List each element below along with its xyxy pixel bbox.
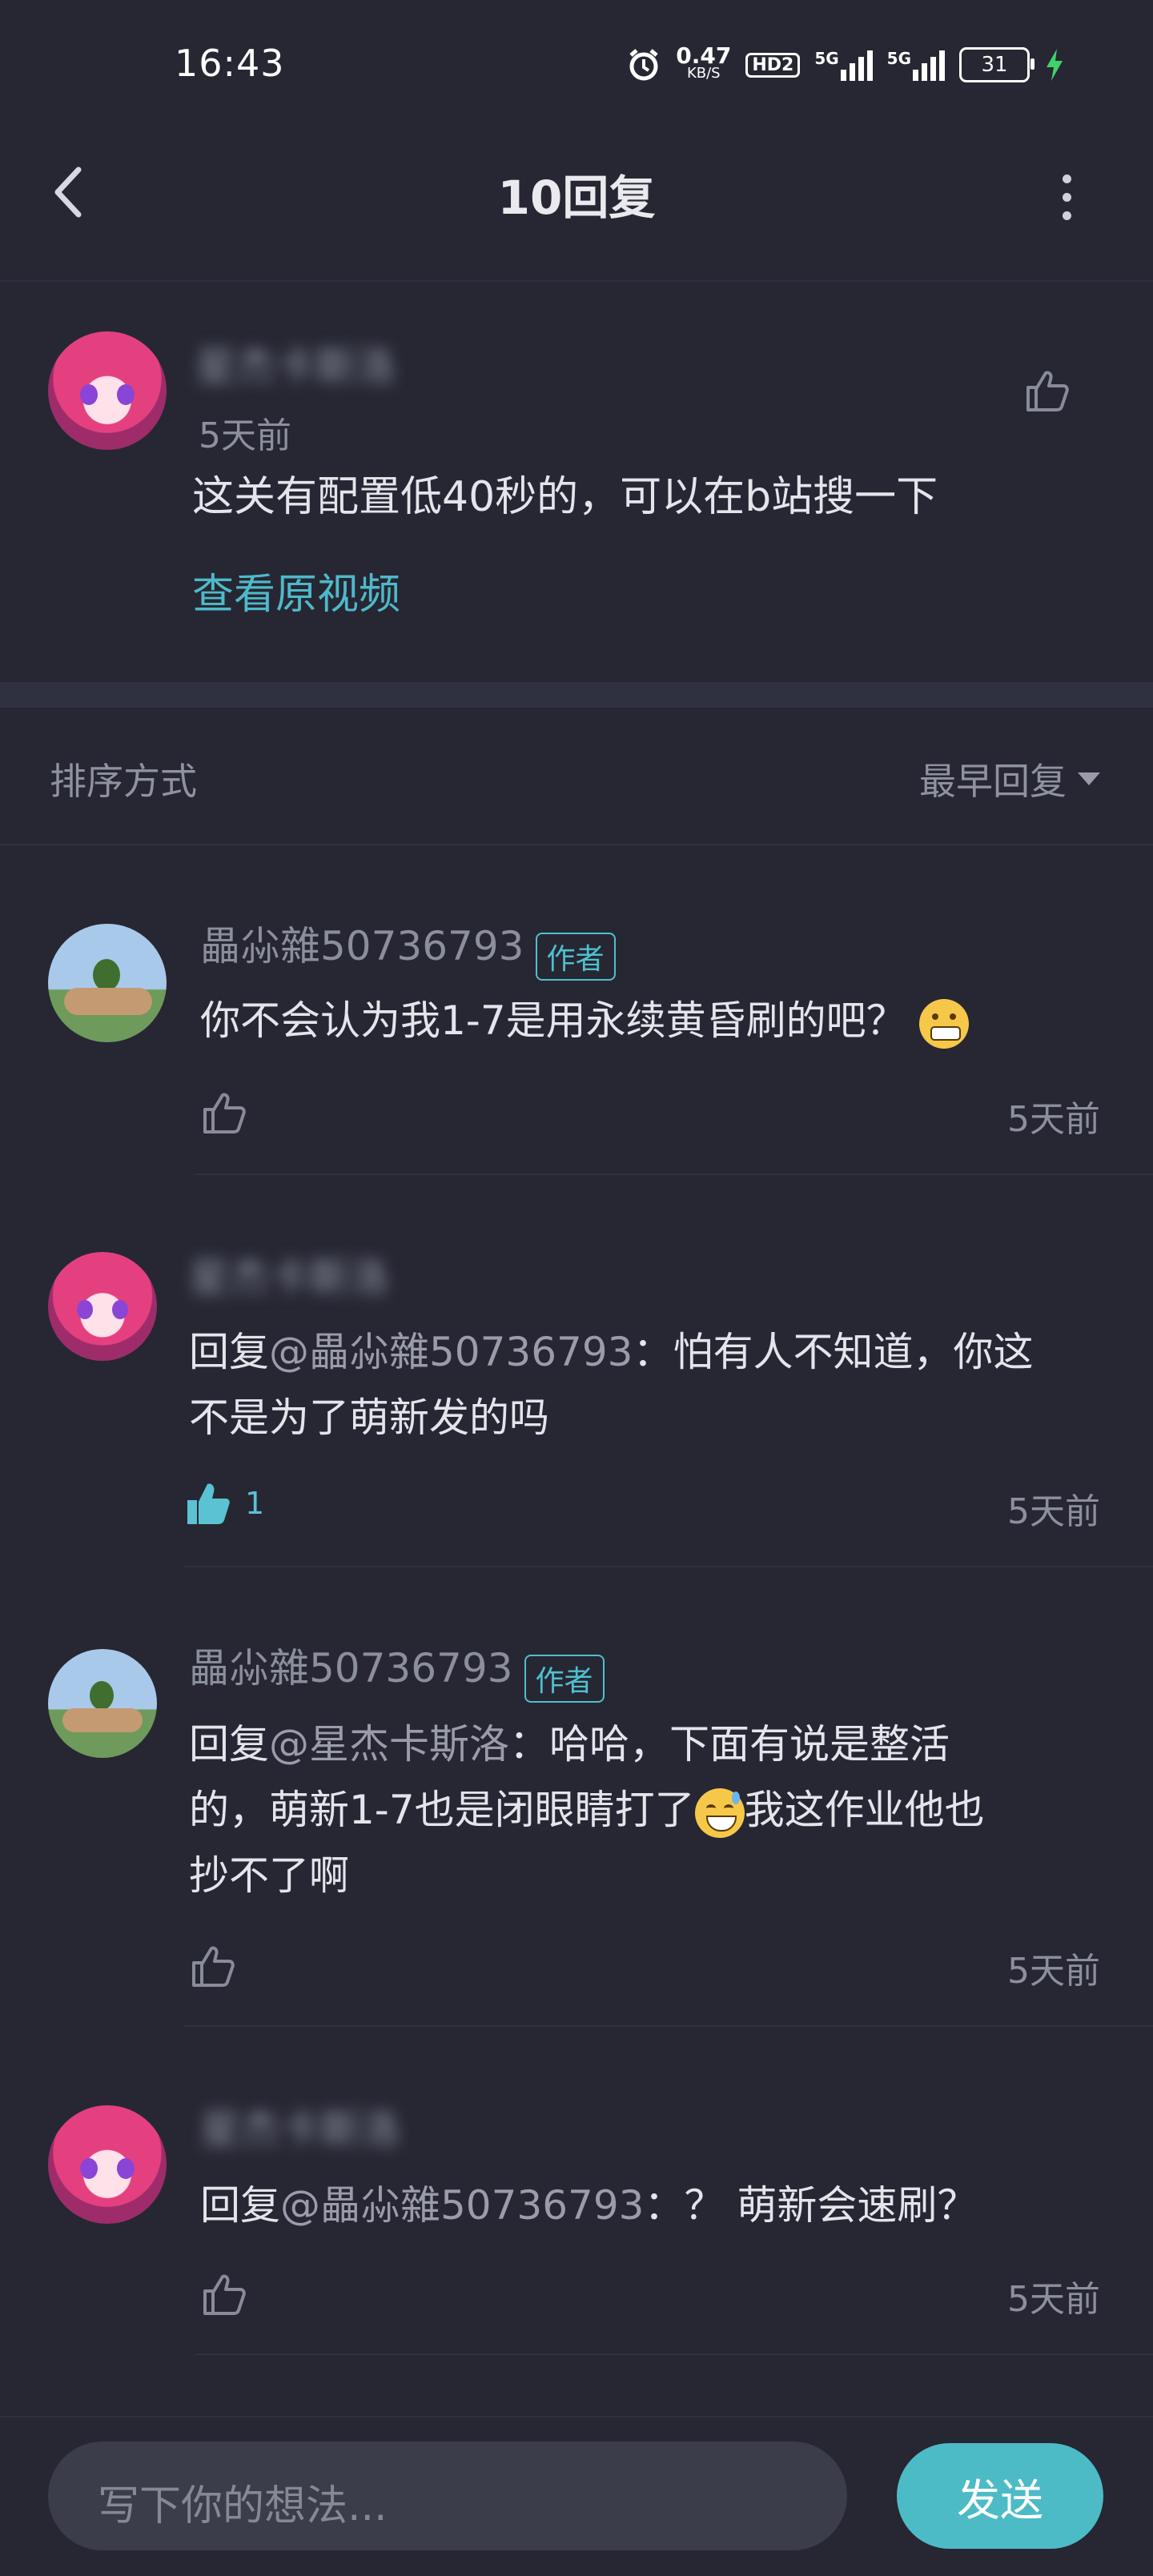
like-count: 1 [245,1486,265,1521]
reply-header: 畾尛雜50736793 作者 [200,914,616,981]
sort-label: 排序方式 [50,760,197,803]
username[interactable]: 星杰卡斯洛 [195,335,396,392]
avatar[interactable] [48,924,167,1042]
author-badge: 作者 [524,1654,605,1703]
like-icon[interactable] [1022,365,1073,416]
mention-link[interactable]: @畾尛雜50736793 [280,2182,645,2229]
battery-icon: 31 [959,47,1034,82]
page-title: 10回复 [497,171,656,225]
like-icon[interactable] [199,1087,250,1138]
net-speed: 0.47 KB/S [676,42,732,82]
like-icon[interactable] [199,2269,250,2320]
sort-dropdown[interactable]: 最早回复 [919,752,1100,805]
reply-time: 5天前 [1007,1099,1100,1140]
divider [195,2353,1153,2355]
signal-icon: 5G [887,49,945,81]
view-original-video-link[interactable]: 查看原视频 [192,560,400,620]
alarm-icon [629,49,658,81]
send-button[interactable]: 发送 [897,2443,1103,2549]
dropdown-arrow-icon [1078,772,1100,785]
reply-text: 你不会认为我1-7是用永续黄昏刷的吧？ [200,988,969,1053]
username[interactable]: 星杰卡斯洛 [200,2097,400,2155]
avatar[interactable] [48,1252,157,1361]
divider [195,1174,1153,1175]
avatar[interactable] [48,1649,157,1758]
divider [0,844,1153,845]
hd-icon: HD2 [745,52,801,78]
comment-time: 5天前 [199,415,291,456]
reply-header: 畾尛雜50736793 作者 [189,1636,605,1703]
username[interactable]: 畾尛雜50736793 [189,1645,513,1691]
section-separator [0,682,1153,708]
signal-icon: 5G [814,49,873,81]
username[interactable]: 畾尛雜50736793 [200,923,524,969]
like-icon[interactable] [187,1940,239,1992]
comment-input-placeholder: 写下你的想法... [98,2482,388,2530]
avatar[interactable] [48,331,167,450]
username[interactable]: 星杰卡斯洛 [189,1246,389,1303]
grimace-emoji-icon [918,998,969,1049]
sort-value: 最早回复 [919,760,1067,803]
reply-text: 回复@星杰卡斯洛：哈哈，下面有说是整活 的，萌新1-7也是闭眼睛打了 我这作业他… [189,1721,985,1899]
avatar[interactable] [48,2105,167,2224]
reply-text: 回复@畾尛雜50736793：怕有人不知道，你这 不是为了萌新发的吗 [189,1329,1034,1441]
reply-time: 5天前 [1007,2279,1100,2320]
author-badge: 作者 [535,932,616,981]
more-options-icon[interactable] [1051,168,1083,232]
reply-time: 5天前 [1007,1951,1100,1992]
reply-time: 5天前 [1007,1491,1100,1532]
like-button[interactable]: 1 [183,1478,264,1529]
status-time: 16:43 [175,42,285,85]
comment-text: 这关有配置低40秒的，可以在b站搜一下 [192,473,938,521]
mention-link[interactable]: @畾尛雜50736793 [269,1329,633,1375]
status-icons: 0.47 KB/S HD2 5G 5G 31 [626,43,1065,86]
divider [184,1566,1153,1567]
divider [184,2025,1153,2027]
mention-link[interactable]: @星杰卡斯洛 [269,1721,509,1767]
like-filled-icon [187,1483,230,1524]
charging-icon [1047,49,1063,81]
sweat-smile-emoji-icon [694,1788,745,1838]
header-divider [0,280,1153,282]
reply-text: 回复@畾尛雜50736793：？ 萌新会速刷？ [200,2182,978,2229]
